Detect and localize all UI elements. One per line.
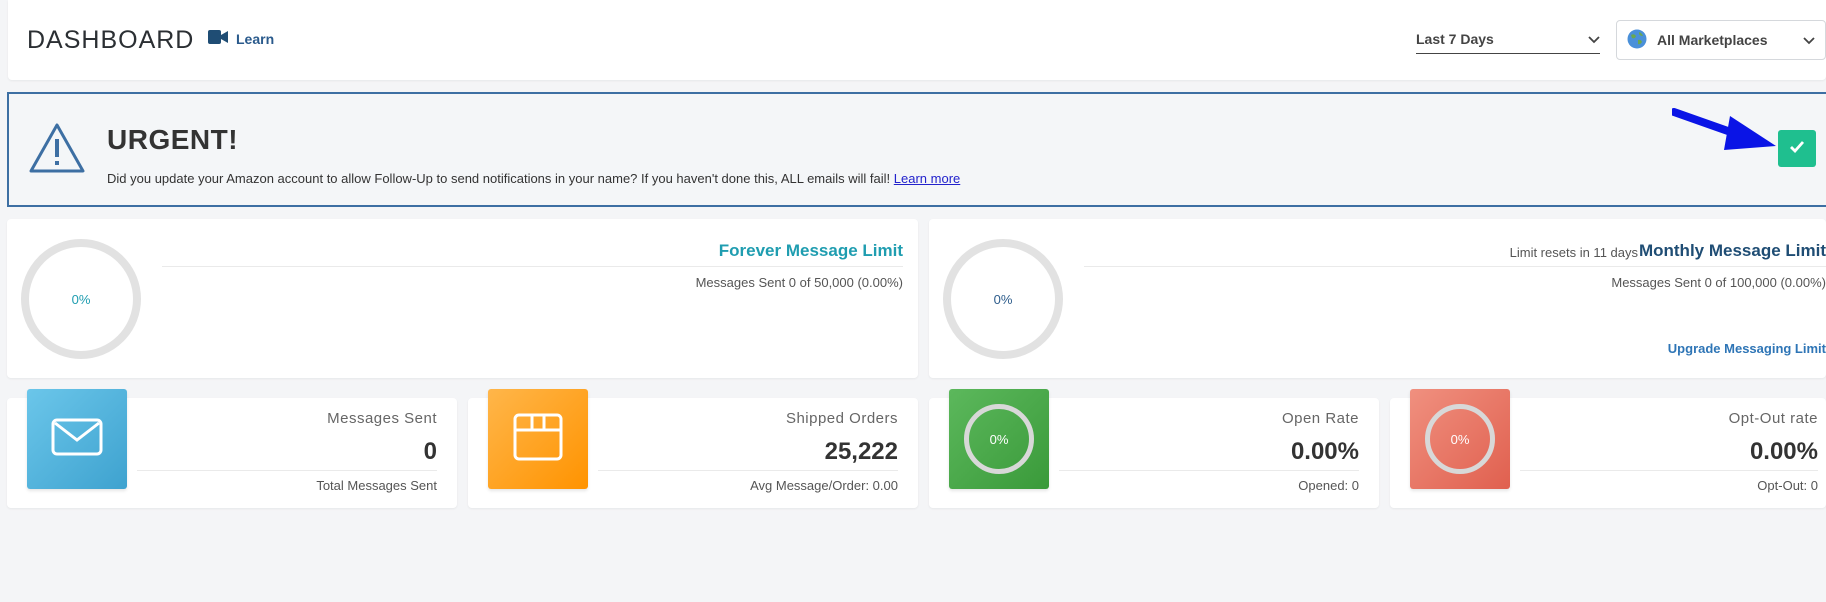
checkmark-icon bbox=[1789, 140, 1805, 158]
marketplace-select[interactable]: All Marketplaces bbox=[1616, 20, 1826, 60]
forever-percent: 0% bbox=[71, 291, 91, 307]
learn-label: Learn bbox=[236, 30, 275, 47]
forever-progress-ring: 0% bbox=[21, 239, 141, 359]
box-icon bbox=[512, 412, 564, 467]
urgent-title: URGENT! bbox=[107, 124, 239, 155]
chevron-down-icon bbox=[1588, 31, 1600, 47]
video-camera-icon bbox=[208, 30, 228, 47]
learn-link[interactable]: Learn bbox=[208, 30, 274, 47]
page-title: DASHBOARD bbox=[27, 26, 195, 54]
divider bbox=[1520, 470, 1818, 471]
warning-triangle-icon bbox=[28, 122, 86, 179]
divider bbox=[1084, 266, 1826, 267]
messages-sent-card: Messages Sent 0 Total Messages Sent bbox=[7, 389, 457, 508]
envelope-icon bbox=[51, 418, 103, 461]
date-range-select[interactable]: Last 7 Days bbox=[1416, 26, 1600, 54]
shipped-orders-card: Shipped Orders 25,222 Avg Message/Order:… bbox=[468, 389, 918, 508]
pointer-arrow-icon bbox=[1670, 108, 1782, 158]
stat-label: Opt-Out rate bbox=[1728, 410, 1818, 427]
learn-more-link[interactable]: Learn more bbox=[894, 171, 960, 186]
monthly-percent: 0% bbox=[993, 291, 1013, 307]
open-rate-ring-percent: 0% bbox=[989, 431, 1009, 447]
stat-label: Open Rate bbox=[1281, 410, 1359, 427]
urgent-message: Did you update your Amazon account to al… bbox=[107, 171, 960, 186]
divider bbox=[1059, 470, 1359, 471]
opt-out-ring-percent: 0% bbox=[1450, 431, 1470, 447]
opt-out-ring: 0% bbox=[1425, 404, 1495, 474]
monthly-messages-sent: Messages Sent 0 of 100,000 (0.00%) bbox=[1611, 275, 1826, 290]
stat-value: 0 bbox=[423, 438, 437, 465]
forever-limit-title: Forever Message Limit bbox=[718, 241, 903, 260]
open-rate-tile: 0% bbox=[949, 389, 1049, 489]
orders-tile bbox=[488, 389, 588, 489]
confirm-button[interactable] bbox=[1778, 130, 1816, 167]
divider bbox=[598, 470, 898, 471]
upgrade-limit-link[interactable]: Upgrade Messaging Limit bbox=[1668, 341, 1826, 356]
opt-out-card: 0% Opt-Out rate 0.00% Opt-Out: 0 bbox=[1390, 389, 1826, 508]
stat-sub: Total Messages Sent bbox=[316, 478, 437, 493]
messages-tile bbox=[27, 389, 127, 489]
globe-icon bbox=[1627, 29, 1647, 52]
opt-out-tile: 0% bbox=[1410, 389, 1510, 489]
divider bbox=[137, 470, 437, 471]
marketplace-value: All Marketplaces bbox=[1657, 32, 1768, 48]
divider bbox=[162, 266, 903, 267]
open-rate-ring: 0% bbox=[964, 404, 1034, 474]
stat-value: 0.00% bbox=[1290, 438, 1359, 465]
stat-value: 25,222 bbox=[824, 438, 898, 465]
forever-limit-card: 0% Forever Message Limit Messages Sent 0… bbox=[7, 219, 918, 378]
monthly-limit-title: Monthly Message Limit bbox=[1638, 241, 1826, 260]
dashboard-header: DASHBOARD Learn Last 7 Days All Marketpl… bbox=[8, 0, 1826, 80]
chevron-down-icon bbox=[1803, 32, 1815, 48]
stat-value: 0.00% bbox=[1749, 438, 1818, 465]
stat-label: Messages Sent bbox=[327, 410, 437, 427]
open-rate-card: 0% Open Rate 0.00% Opened: 0 bbox=[929, 389, 1379, 508]
urgent-message-text: Did you update your Amazon account to al… bbox=[107, 171, 891, 186]
stat-sub: Avg Message/Order: 0.00 bbox=[750, 478, 898, 493]
limit-reset-text: Limit resets in 11 days bbox=[1509, 245, 1638, 260]
stat-sub: Opened: 0 bbox=[1298, 478, 1359, 493]
monthly-limit-card: 0% Limit resets in 11 days Monthly Messa… bbox=[929, 219, 1826, 378]
date-range-value: Last 7 Days bbox=[1416, 30, 1494, 47]
forever-messages-sent: Messages Sent 0 of 50,000 (0.00%) bbox=[695, 275, 903, 290]
urgent-banner: URGENT! Did you update your Amazon accou… bbox=[7, 92, 1826, 207]
stat-sub: Opt-Out: 0 bbox=[1757, 478, 1818, 493]
stat-label: Shipped Orders bbox=[785, 410, 898, 427]
monthly-progress-ring: 0% bbox=[943, 239, 1063, 359]
